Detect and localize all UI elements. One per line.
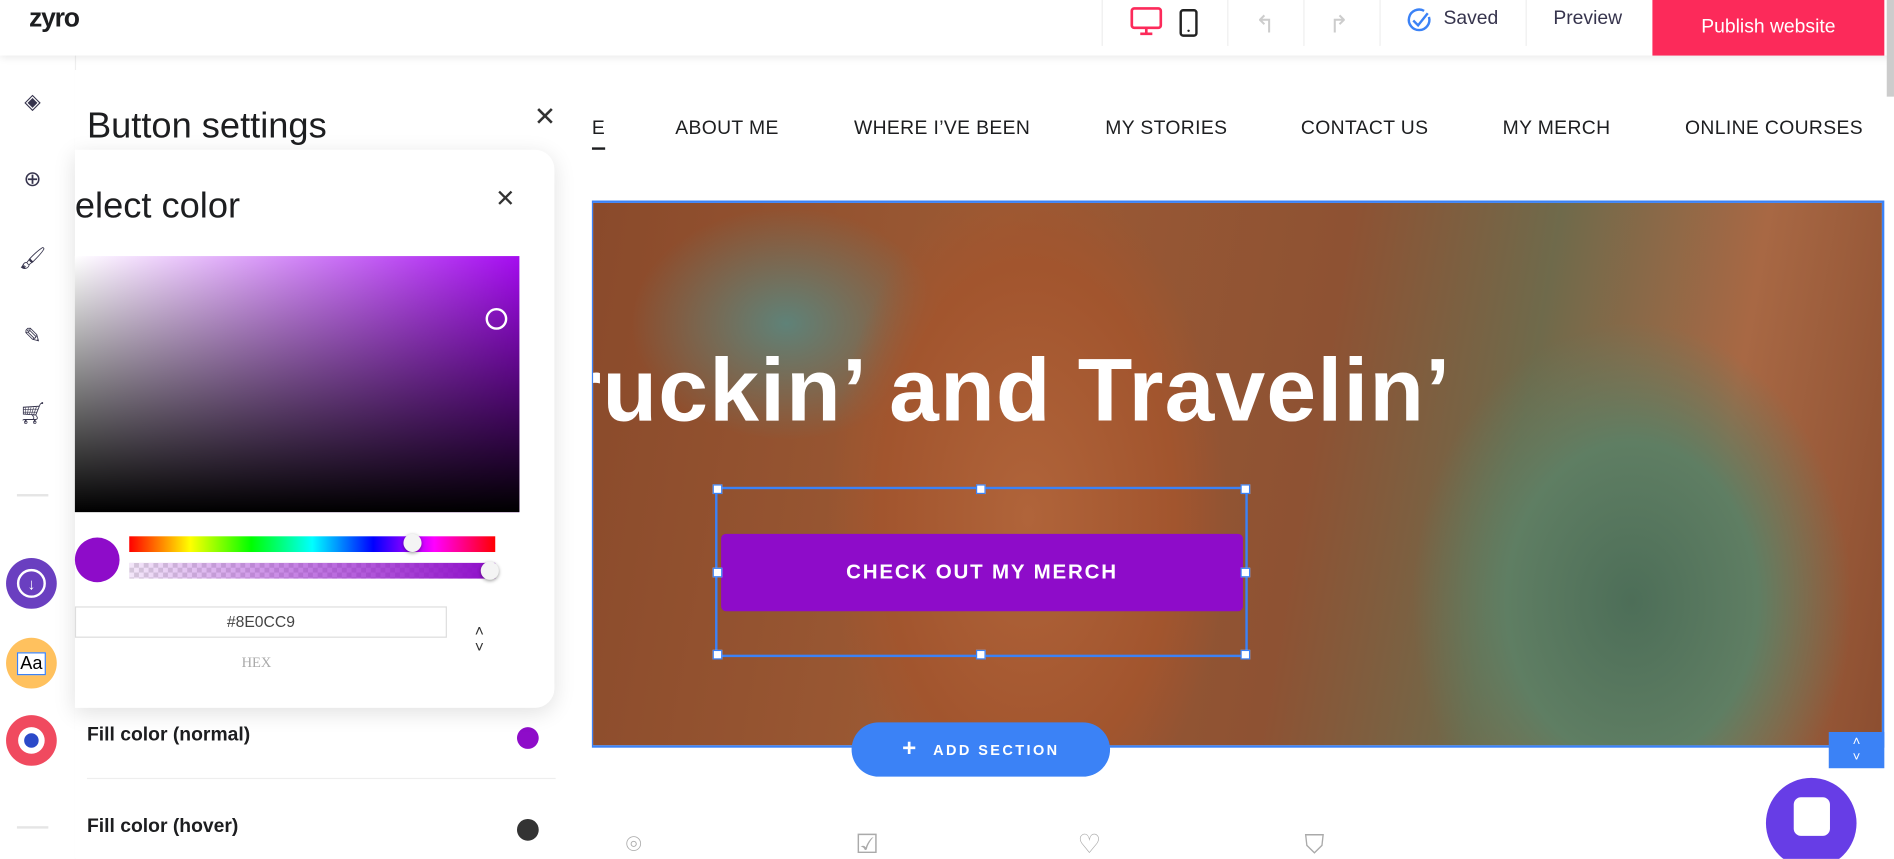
resize-handle[interactable] <box>975 484 986 495</box>
panel-title: Button settings <box>86 106 327 147</box>
resize-handle[interactable] <box>712 484 723 495</box>
nav-item-home[interactable]: E <box>591 118 606 150</box>
saved-status: Saved <box>1443 8 1499 29</box>
add-section-button[interactable]: + ADD SECTION <box>851 722 1111 777</box>
hue-slider[interactable] <box>129 533 496 553</box>
color-mode-toggle-icon[interactable]: ˄ ˅ <box>475 623 484 654</box>
hero-section[interactable]: ruckin’ and Travelin’ CHECK OUT MY MERCH <box>590 200 1885 748</box>
note-icon: ☑ <box>855 828 880 859</box>
divider <box>1227 0 1229 46</box>
resize-handle[interactable] <box>712 567 723 578</box>
nav-item-courses[interactable]: ONLINE COURSES <box>1685 118 1863 140</box>
fill-hover-label: Fill color (hover) <box>86 816 239 838</box>
hex-input[interactable]: #8E0CC9 <box>74 606 447 638</box>
redo-icon[interactable]: ↱ <box>1329 10 1349 40</box>
chat-icon <box>1793 797 1830 836</box>
mobile-view-icon[interactable] <box>1179 8 1198 43</box>
add-element-icon[interactable]: ⊕ <box>18 164 47 193</box>
nav-item-contact[interactable]: CONTACT US <box>1301 118 1428 140</box>
nav-item-about[interactable]: ABOUT ME <box>675 118 779 140</box>
resize-handle[interactable] <box>1240 484 1251 495</box>
layers-icon[interactable]: ◈ <box>18 87 47 116</box>
hero-title[interactable]: ruckin’ and Travelin’ <box>593 338 1451 441</box>
divider <box>16 826 49 829</box>
color-picker-popup: elect color ✕ #8E0CC9 HEX ˄ ˅ <box>74 149 555 708</box>
close-icon[interactable]: ✕ <box>534 101 556 132</box>
cart-icon[interactable]: 🛒︎ <box>18 399 47 428</box>
location-icon: ⌾ <box>625 828 642 859</box>
alpha-slider-handle[interactable] <box>480 561 499 580</box>
hex-label: HEX <box>241 653 272 671</box>
add-section-label: ADD SECTION <box>933 741 1060 758</box>
nav-item-stories[interactable]: MY STORIES <box>1105 118 1227 140</box>
section-reorder-button[interactable]: ˄ ˅ <box>1828 731 1885 769</box>
divider <box>1101 0 1103 46</box>
divider <box>1379 0 1381 46</box>
saturation-area[interactable] <box>74 256 520 513</box>
desktop-view-icon[interactable] <box>1129 6 1163 36</box>
current-color-swatch <box>74 537 120 583</box>
divider <box>86 777 556 780</box>
typography-icon[interactable]: Aa <box>6 637 57 689</box>
fill-hover-swatch[interactable] <box>516 818 539 841</box>
fill-normal-label: Fill color (normal) <box>86 724 251 746</box>
hue-slider-handle[interactable] <box>403 533 422 553</box>
resize-handle[interactable] <box>975 649 986 660</box>
download-icon[interactable]: ↓ <box>6 558 57 609</box>
publish-website-button[interactable]: Publish website <box>1652 0 1885 56</box>
divider <box>1303 0 1305 46</box>
resize-handle[interactable] <box>1240 567 1251 578</box>
cta-button[interactable]: CHECK OUT MY MERCH <box>721 533 1243 612</box>
heart-icon: ♡ <box>1077 828 1102 859</box>
brush-icon[interactable]: 🖌︎ <box>18 244 47 273</box>
button-selection-frame[interactable]: CHECK OUT MY MERCH <box>712 484 1251 660</box>
undo-icon[interactable]: ↰ <box>1255 10 1275 40</box>
preview-button[interactable]: Preview <box>1553 8 1622 30</box>
color-picker-title: elect color <box>74 186 241 226</box>
logo: zyro <box>28 2 80 33</box>
scrollbar[interactable] <box>1886 0 1894 97</box>
nav-item-where[interactable]: WHERE I’VE BEEN <box>854 118 1030 140</box>
left-toolbar: ◈ ⊕ 🖌︎ ✎ 🛒︎ ↓ Aa <box>0 55 77 859</box>
bag-icon: ⛉ <box>1304 828 1325 859</box>
resize-handle[interactable] <box>712 649 723 660</box>
plus-icon: + <box>902 735 919 763</box>
close-color-picker-icon[interactable]: ✕ <box>495 184 515 214</box>
saturation-handle[interactable] <box>485 308 508 330</box>
divider <box>16 494 49 497</box>
saved-check-icon <box>1406 7 1433 40</box>
alpha-slider[interactable] <box>129 561 499 580</box>
fill-normal-swatch[interactable] <box>516 727 539 749</box>
divider <box>1525 0 1527 46</box>
nav-item-merch[interactable]: MY MERCH <box>1503 118 1611 140</box>
chat-widget-button[interactable] <box>1765 777 1857 859</box>
pen-icon[interactable]: ✎ <box>18 321 47 350</box>
resize-handle[interactable] <box>1240 649 1251 660</box>
eye-icon[interactable] <box>6 715 57 766</box>
top-bar: zyro ↰ ↱ Saved Preview Publish website <box>0 0 1894 97</box>
